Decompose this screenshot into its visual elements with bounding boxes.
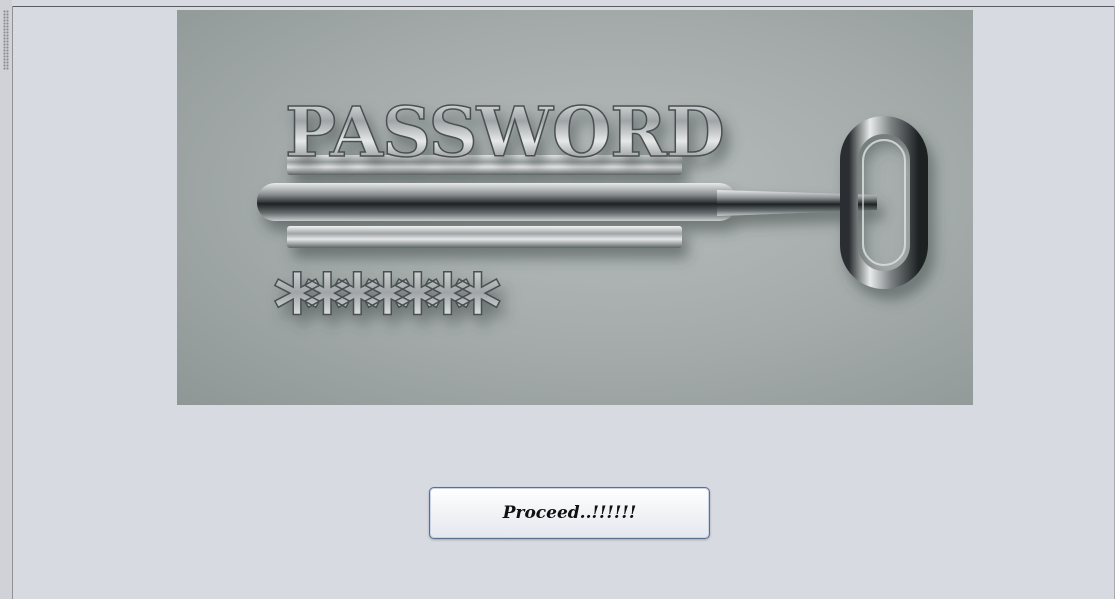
password-mask: ******* bbox=[273, 255, 501, 362]
password-key-illustration: PASSWORD ******* bbox=[257, 92, 928, 363]
resize-grip-icon[interactable] bbox=[3, 10, 9, 70]
window-left-frame bbox=[0, 0, 12, 599]
window-top-border bbox=[0, 6, 1115, 7]
key-lower-bar bbox=[287, 226, 682, 248]
password-word: PASSWORD bbox=[285, 93, 724, 173]
window-left-rule bbox=[12, 6, 13, 599]
password-key-image: PASSWORD ******* bbox=[177, 10, 973, 405]
key-shaft bbox=[257, 183, 737, 221]
proceed-button[interactable]: Proceed..!!!!!! bbox=[429, 487, 710, 539]
proceed-button-label: Proceed..!!!!!! bbox=[502, 503, 637, 523]
app-window: PASSWORD ******* Proceed..!!!!!! bbox=[0, 0, 1115, 599]
